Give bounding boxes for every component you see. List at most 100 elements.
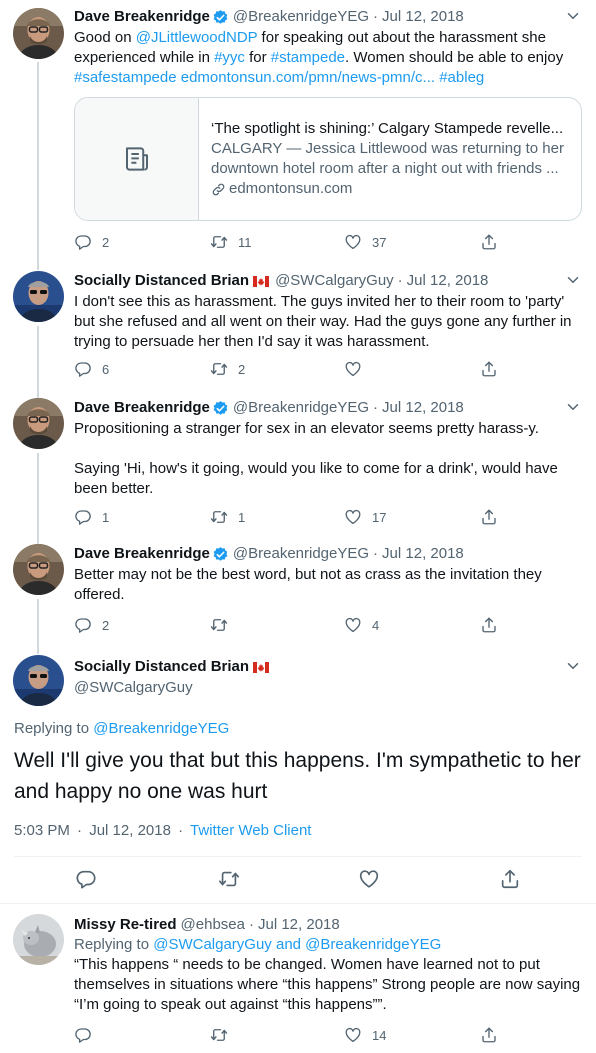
hashtag-link[interactable]: #yyc [214, 49, 245, 66]
retweet-count: 2 [238, 361, 246, 377]
chevron-down-icon[interactable] [564, 657, 582, 675]
avatar[interactable] [13, 914, 64, 965]
like-icon [344, 1026, 362, 1044]
author-name[interactable]: Dave Breakenridge [74, 7, 210, 27]
tweet-date[interactable]: Jul 12, 2018 [382, 544, 464, 564]
separator: · [178, 822, 184, 839]
retweet-icon [210, 508, 228, 526]
avatar[interactable] [13, 271, 64, 322]
reply-icon [74, 616, 92, 634]
reply-icon [74, 508, 92, 526]
reply-icon [74, 1026, 92, 1044]
retweet-button[interactable]: 11 [210, 232, 252, 252]
retweet-button[interactable] [210, 1025, 238, 1045]
tweet-date[interactable]: Jul 12, 2018 [89, 822, 171, 839]
like-icon [344, 233, 362, 251]
reply-icon [74, 233, 92, 251]
tweet-2[interactable]: Socially Distanced Brian @SWCalgaryGuy ·… [0, 262, 596, 390]
retweet-count: 11 [238, 234, 252, 250]
author-handle[interactable]: @BreakenridgeYEG [233, 544, 369, 564]
tweet-date[interactable]: Jul 12, 2018 [382, 7, 464, 27]
tweet-actions: 14 [74, 1025, 504, 1045]
author-handle[interactable]: @ehbsea [181, 915, 245, 935]
link-card[interactable]: ‘The spotlight is shining:’ Calgary Stam… [74, 97, 582, 221]
hashtag-link[interactable]: #safestampede [74, 69, 177, 86]
share-icon [480, 616, 498, 634]
share-button[interactable] [480, 359, 508, 379]
author-handle[interactable]: @SWCalgaryGuy [74, 678, 582, 698]
like-icon [344, 508, 362, 526]
reply-button[interactable]: 2 [74, 615, 109, 635]
article-icon [122, 144, 152, 174]
tweet-date[interactable]: Jul 12, 2018 [258, 915, 340, 935]
like-button[interactable] [344, 359, 372, 379]
like-icon[interactable] [358, 868, 380, 890]
reply-icon[interactable] [75, 868, 97, 890]
reply-button[interactable]: 1 [74, 507, 109, 527]
like-count: 17 [372, 509, 387, 525]
tweet-date[interactable]: Jul 12, 2018 [407, 271, 489, 291]
author-name[interactable]: Socially Distanced Brian [74, 271, 249, 291]
author-name[interactable]: Missy Re-tired [74, 915, 177, 935]
hashtag-link[interactable]: #ableg [439, 69, 484, 86]
tweet-header: Dave Breakenridge @BreakenridgeYEG · Jul… [74, 7, 582, 27]
retweet-icon[interactable] [218, 868, 240, 890]
author-name[interactable]: Socially Distanced Brian [74, 657, 249, 677]
reply-button[interactable]: 2 [74, 232, 109, 252]
tweet-client[interactable]: Twitter Web Client [190, 822, 311, 839]
chevron-down-icon[interactable] [564, 7, 582, 25]
text-segment: Good on [74, 29, 136, 46]
avatar[interactable] [13, 398, 64, 449]
tweet-4[interactable]: Dave Breakenridge @BreakenridgeYEG · Jul… [0, 536, 596, 646]
card-domain: edmontonsun.com [211, 179, 569, 199]
card-domain-text: edmontonsun.com [229, 180, 353, 197]
url-link[interactable]: edmontonsun.com/pmn/news-pmn/c... [181, 69, 435, 86]
tweet-header: Socially Distanced Brian @SWCalgaryGuy ·… [74, 271, 582, 291]
reply-button[interactable] [74, 1025, 102, 1045]
author-handle[interactable]: @BreakenridgeYEG [233, 7, 369, 27]
verified-badge-icon [212, 9, 229, 26]
thread-line [37, 390, 39, 398]
like-icon [344, 616, 362, 634]
reply-button[interactable]: 6 [74, 359, 109, 379]
author-name[interactable]: Dave Breakenridge [74, 544, 210, 564]
separator: · [249, 916, 254, 933]
tweet-1[interactable]: Dave Breakenridge @BreakenridgeYEG · Jul… [0, 0, 596, 262]
avatar[interactable] [13, 544, 64, 595]
like-button[interactable]: 17 [344, 507, 386, 527]
share-button[interactable] [480, 507, 508, 527]
mention-link[interactable]: @JLittlewoodNDP [136, 29, 258, 46]
divider [14, 856, 582, 857]
author-handle[interactable]: @SWCalgaryGuy [275, 271, 394, 291]
link-icon [211, 182, 226, 197]
retweet-button[interactable]: 2 [210, 359, 245, 379]
like-button[interactable]: 4 [344, 615, 379, 635]
share-button[interactable] [480, 1025, 508, 1045]
avatar[interactable] [13, 8, 64, 59]
tweet-meta: 5:03 PM · Jul 12, 2018 · Twitter Web Cli… [14, 821, 311, 841]
replying-handles[interactable]: @SWCalgaryGuy and @BreakenridgeYEG [153, 936, 441, 953]
share-button[interactable] [480, 232, 508, 252]
reply-tweet[interactable]: Missy Re-tired @ehbsea · Jul 12, 2018 Re… [0, 904, 596, 1053]
chevron-down-icon[interactable] [564, 271, 582, 289]
like-count: 4 [372, 617, 380, 633]
avatar[interactable] [13, 655, 64, 706]
replying-handle[interactable]: @BreakenridgeYEG [93, 720, 229, 737]
retweet-icon [210, 360, 228, 378]
chevron-down-icon[interactable] [564, 398, 582, 416]
share-icon[interactable] [499, 868, 521, 890]
like-button[interactable]: 37 [344, 232, 386, 252]
tweet-3[interactable]: Dave Breakenridge @BreakenridgeYEG · Jul… [0, 390, 596, 536]
hashtag-link[interactable]: #stampede [271, 49, 345, 66]
retweet-button[interactable]: 1 [210, 507, 245, 527]
tweet-date[interactable]: Jul 12, 2018 [382, 398, 464, 418]
retweet-button[interactable] [210, 615, 238, 635]
like-button[interactable]: 14 [344, 1025, 386, 1045]
retweet-icon [210, 233, 228, 251]
tweet-text: Propositioning a stranger for sex in an … [74, 419, 582, 499]
tweet-time[interactable]: 5:03 PM [14, 822, 70, 839]
author-name[interactable]: Dave Breakenridge [74, 398, 210, 418]
thread-line [37, 62, 39, 262]
author-handle[interactable]: @BreakenridgeYEG [233, 398, 369, 418]
share-button[interactable] [480, 615, 508, 635]
